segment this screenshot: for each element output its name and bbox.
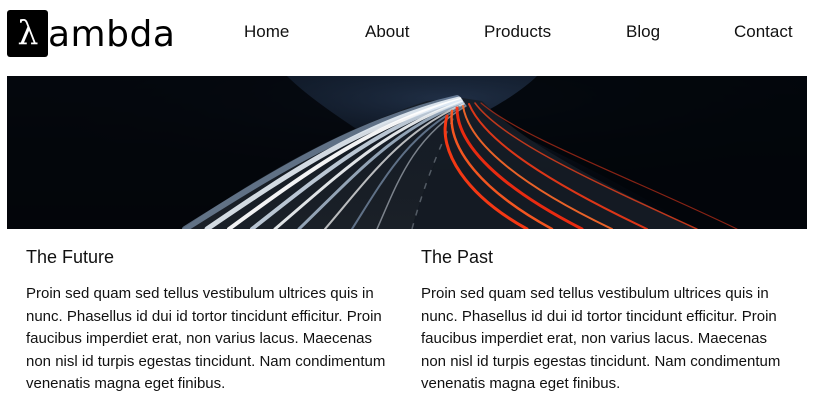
section-title: The Future (26, 247, 115, 267)
site-header: λ ambda Home About Products Blog Contact (0, 0, 814, 70)
section-body: Proin sed quam sed tellus vestibulum ult… (421, 285, 781, 392)
section-the-future: The Future Proin sed quam sed tellus ves… (26, 246, 401, 396)
main-nav: Home About Products Blog Contact (0, 0, 814, 64)
nav-item-contact[interactable]: Contact (734, 22, 793, 42)
nav-item-blog[interactable]: Blog (626, 22, 660, 42)
nav-item-about[interactable]: About (365, 22, 409, 42)
section-title: The Past (421, 247, 494, 267)
highway-light-trails-illustration (7, 76, 807, 229)
hero-banner-image (7, 76, 807, 229)
section-the-past: The Past Proin sed quam sed tellus vesti… (421, 246, 796, 396)
nav-item-products[interactable]: Products (484, 22, 551, 42)
nav-item-home[interactable]: Home (244, 22, 289, 42)
section-body: Proin sed quam sed tellus vestibulum ult… (26, 285, 386, 392)
